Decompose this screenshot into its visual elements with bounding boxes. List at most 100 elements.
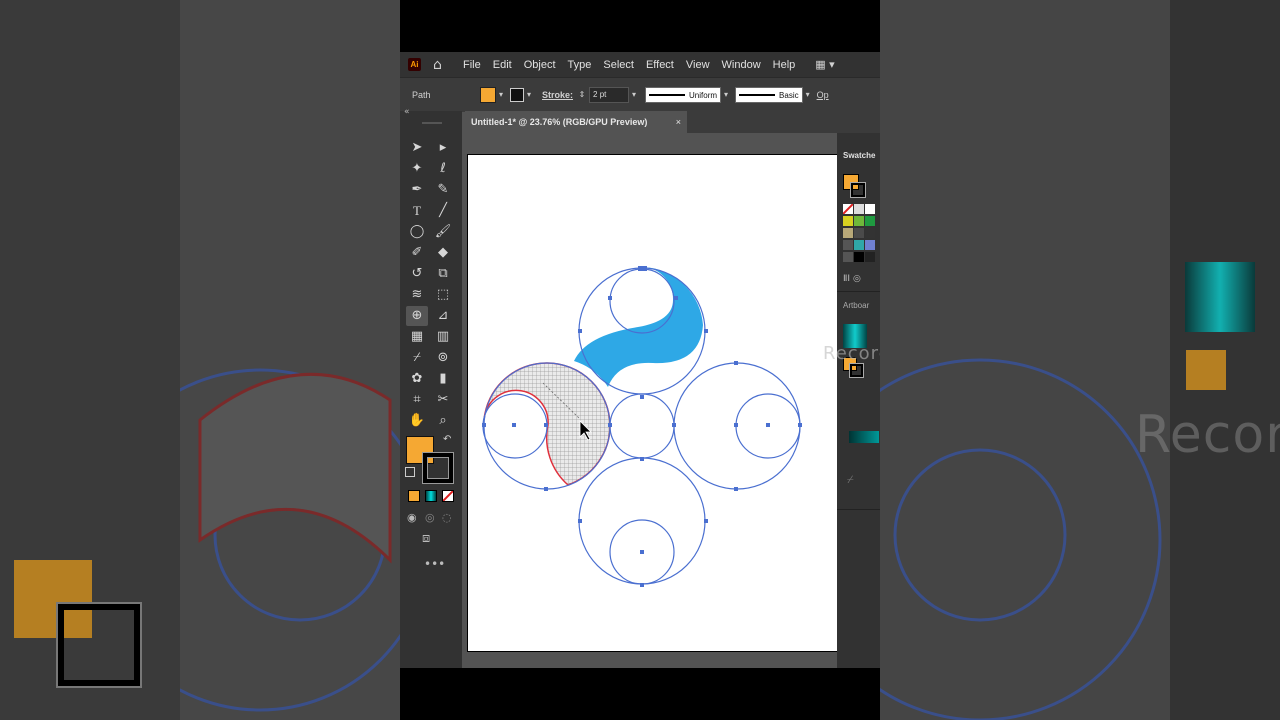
swatch-black[interactable] (854, 252, 864, 262)
draw-inside-icon[interactable]: ◌ (442, 511, 452, 524)
direct-selection-tool-icon[interactable]: ▸ (432, 138, 454, 158)
opacity-label[interactable]: Op (817, 90, 829, 100)
anchor-points[interactable] (482, 266, 802, 587)
shaper-tool-icon[interactable]: ✐ (406, 243, 428, 263)
menu-type[interactable]: Type (568, 59, 592, 71)
recording-watermark-right: Record (1135, 405, 1280, 465)
gradient-tool-icon[interactable]: ▥ (432, 327, 454, 347)
collapse-panel-icon[interactable]: « (404, 107, 410, 117)
gradient-mode-icon[interactable] (425, 490, 437, 502)
swatch-yellow[interactable] (843, 216, 853, 226)
ellipse-tool-icon[interactable]: ◯ (406, 222, 428, 242)
shape-builder-tool-icon[interactable]: ⊕ (406, 306, 428, 326)
tools-panel: « ➤ ▸ ✦ ℓ ✒ ✎ T ╱ ◯ 🖌 ✐ ◆ ↺ ⧉ ≋ ⬚ ⊕ ⊿ ▦ … (400, 107, 462, 668)
menu-edit[interactable]: Edit (493, 59, 512, 71)
zoom-tool-icon[interactable]: ⌕ (432, 411, 454, 431)
stroke-weight-field[interactable]: 2 pt (589, 87, 630, 103)
tab-untitled-1[interactable]: Untitled-1* @ 23.76% (RGB/GPU Preview) × (465, 111, 687, 133)
perspective-tool-icon[interactable]: ⊿ (432, 306, 454, 326)
profile-dropdown-icon[interactable]: ▾ (721, 90, 731, 100)
artboard-tool-icon[interactable]: ⌗ (406, 390, 428, 410)
lasso-tool-icon[interactable]: ℓ (432, 159, 454, 179)
swatch-periwinkle[interactable] (865, 240, 875, 250)
paintbrush-tool-icon[interactable]: 🖌 (432, 222, 454, 242)
scale-tool-icon[interactable]: ⧉ (432, 264, 454, 284)
profile-label: Uniform (689, 90, 718, 100)
tab-title: Untitled-1* @ 23.76% (RGB/GPU Preview) (471, 117, 648, 127)
type-tool-icon[interactable]: T (406, 201, 428, 221)
swatch-folder-2[interactable] (843, 252, 853, 262)
swatch-teal[interactable] (854, 240, 864, 250)
panel-grip[interactable] (422, 122, 442, 124)
fill-color-swatch[interactable] (480, 87, 496, 103)
blurred-backdrop-left (0, 0, 400, 720)
stroke-stepper-icon[interactable]: ⇕ (577, 90, 587, 100)
stroke-color-swatch[interactable] (510, 88, 524, 102)
color-mode-icon[interactable] (408, 490, 420, 502)
menu-help[interactable]: Help (773, 59, 796, 71)
screen-mode-icon[interactable]: ⧈ (422, 531, 430, 546)
draw-behind-icon[interactable]: ◎ (425, 511, 435, 524)
slice-tool-icon[interactable]: ✂ (432, 390, 454, 410)
swatch-white[interactable] (865, 204, 875, 214)
eyedropper-icon[interactable]: ⌿ (847, 473, 854, 487)
right-panels: Swatche ⅡⅠ ◎ Artboar ⌿ Recor (823, 133, 880, 668)
swatch-tan[interactable] (843, 228, 853, 238)
line-tool-icon[interactable]: ╱ (432, 201, 454, 221)
stroke-dropdown-icon[interactable]: ▾ (524, 90, 534, 100)
stroke-label[interactable]: Stroke: (542, 90, 573, 100)
stroke-weight-dropdown-icon[interactable]: ▾ (629, 90, 639, 100)
menu-object[interactable]: Object (524, 59, 556, 71)
hand-tool-icon[interactable]: ✋ (406, 411, 428, 431)
workspace-switcher-icon[interactable]: ▦ ▾ (815, 58, 834, 71)
brush-dropdown-icon[interactable]: ▾ (803, 90, 813, 100)
menu-select[interactable]: Select (603, 59, 634, 71)
artboards-panel-title[interactable]: Artboar (843, 301, 869, 310)
menu-window[interactable]: Window (722, 59, 761, 71)
brush-definition[interactable]: Basic (735, 87, 803, 103)
artwork[interactable] (468, 155, 838, 651)
menu-view[interactable]: View (686, 59, 710, 71)
mesh-tool-icon[interactable]: ▦ (406, 327, 428, 347)
symbol-sprayer-tool-icon[interactable]: ✿ (406, 369, 428, 389)
canvas-area[interactable] (465, 133, 839, 668)
stroke-swatch[interactable] (423, 453, 453, 483)
curvature-tool-icon[interactable]: ✎ (432, 180, 454, 200)
none-mode-icon[interactable] (442, 490, 454, 502)
menu-file[interactable]: File (463, 59, 481, 71)
rotate-tool-icon[interactable]: ↺ (406, 264, 428, 284)
warp-tool-icon[interactable]: ≋ (406, 285, 428, 305)
swatch-folder[interactable] (843, 240, 853, 250)
variable-width-profile[interactable]: Uniform (645, 87, 722, 103)
panel-stroke-swatch-2[interactable] (850, 364, 863, 377)
free-transform-tool-icon[interactable]: ⬚ (432, 285, 454, 305)
blend-tool-icon[interactable]: ⊚ (432, 348, 454, 368)
swatch-registration[interactable] (854, 204, 864, 214)
draw-mode-icon[interactable]: ◉ (407, 511, 417, 524)
swatch-dark-gray[interactable] (865, 228, 875, 238)
edit-toolbar-icon[interactable]: ••• (424, 557, 445, 571)
swatch-near-black[interactable] (865, 252, 875, 262)
swatch-dark-green[interactable] (865, 216, 875, 226)
panel-stroke-swatch[interactable] (851, 183, 865, 197)
menu-effect[interactable]: Effect (646, 59, 674, 71)
close-tab-icon[interactable]: × (676, 117, 681, 127)
swatches-panel-title[interactable]: Swatche (843, 151, 875, 160)
swatch-gray[interactable] (854, 228, 864, 238)
default-colors-icon[interactable] (405, 467, 415, 477)
artboard[interactable] (467, 154, 839, 652)
magic-wand-tool-icon[interactable]: ✦ (406, 159, 428, 179)
graph-tool-icon[interactable]: ▮ (432, 369, 454, 389)
selection-tool-icon[interactable]: ➤ (406, 138, 428, 158)
eyedropper-tool-icon[interactable]: ⌿ (406, 348, 428, 368)
swatch-green[interactable] (854, 216, 864, 226)
blue-swirl-shape[interactable] (574, 267, 703, 387)
swap-fill-stroke-icon[interactable]: ↶ (443, 434, 451, 445)
swatch-library-icon[interactable]: ⅡⅠ ◎ (843, 274, 861, 284)
fill-dropdown-icon[interactable]: ▾ (496, 90, 506, 100)
pen-tool-icon[interactable]: ✒ (406, 180, 428, 200)
eraser-tool-icon[interactable]: ◆ (432, 243, 454, 263)
home-icon[interactable]: ⌂ (433, 58, 449, 72)
swatch-none[interactable] (843, 204, 853, 214)
gradient-slider-preview[interactable] (849, 431, 879, 443)
